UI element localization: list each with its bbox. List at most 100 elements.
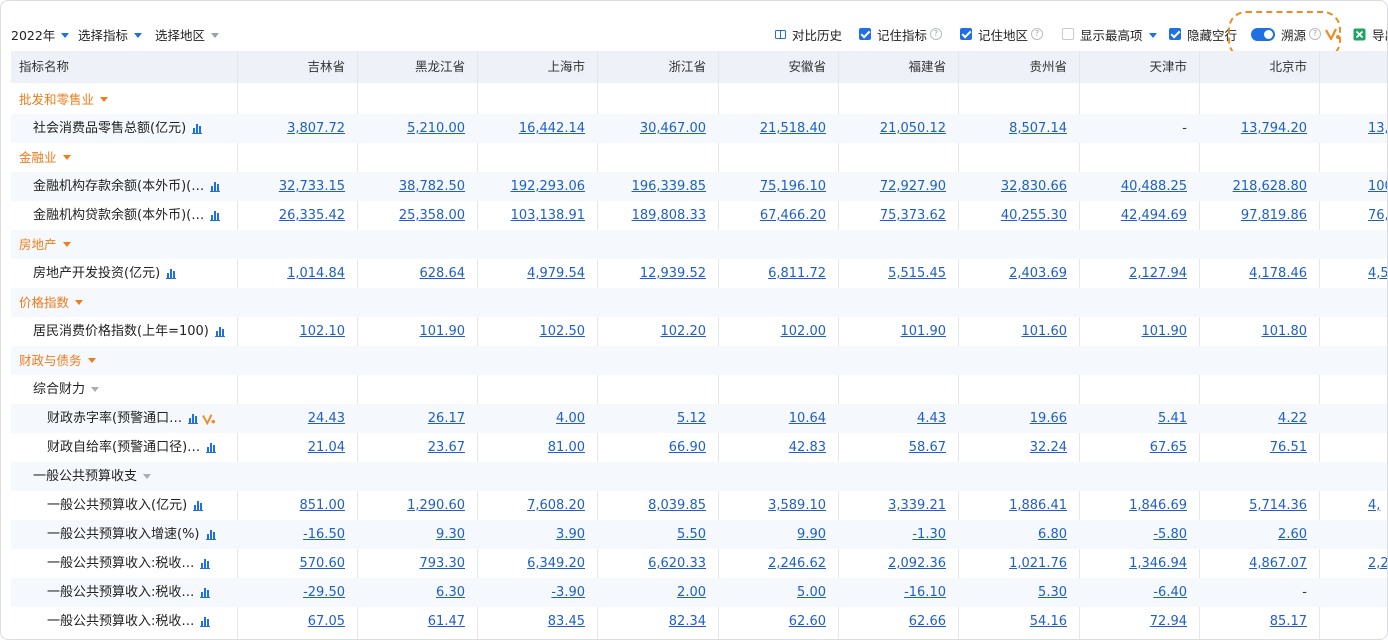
table-cell[interactable]: -6.40 (1071, 578, 1187, 607)
table-cell[interactable]: 5.50 (590, 520, 706, 549)
table-cell[interactable]: 101.90 (349, 317, 466, 346)
table-cell[interactable]: -16.50 (229, 520, 345, 549)
table-cell[interactable]: 3,807.72 (229, 114, 345, 143)
table-cell[interactable]: 3.90 (469, 520, 585, 549)
table-cell[interactable]: 1,846.69 (1071, 491, 1187, 520)
table-cell[interactable]: 101.80 (1191, 317, 1308, 346)
chart-icon[interactable] (166, 268, 177, 279)
table-cell[interactable]: 54.16 (951, 607, 1067, 636)
table-cell[interactable]: 26.17 (349, 404, 465, 433)
select-indicator-dropdown[interactable]: 选择指标 (78, 25, 143, 43)
column-header[interactable]: 黑龙江省 (345, 51, 465, 83)
table-cell[interactable]: 10.64 (710, 404, 826, 433)
table-cell[interactable]: 102.20 (590, 317, 707, 346)
table-cell[interactable]: 6.80 (951, 520, 1067, 549)
chart-icon[interactable] (210, 181, 221, 192)
table-cell[interactable]: 32,830.66 (951, 172, 1067, 201)
chart-icon[interactable] (210, 210, 221, 221)
column-header[interactable]: 福建省 (826, 51, 946, 83)
table-cell[interactable]: 67.65 (1071, 433, 1187, 462)
table-cell[interactable]: 40,488.25 (1071, 172, 1187, 201)
table-cell[interactable]: 4,979.54 (469, 259, 585, 288)
table-cell[interactable]: 12,939.52 (590, 259, 706, 288)
table-cell[interactable]: 1,014.84 (229, 259, 345, 288)
table-cell[interactable]: 9.30 (349, 520, 465, 549)
table-cell[interactable]: 26,335.42 (229, 201, 345, 230)
table-cell[interactable]: 2.00 (590, 578, 706, 607)
table-cell[interactable]: 24.43 (229, 404, 345, 433)
column-header[interactable]: 上海市 (465, 51, 585, 83)
table-cell[interactable]: 4.22 (1191, 404, 1307, 433)
table-cell[interactable]: 62.60 (710, 607, 826, 636)
table-cell[interactable]: 2,403.69 (951, 259, 1067, 288)
table-cell[interactable]: 72,927.90 (830, 172, 946, 201)
table-cell[interactable]: -5.80 (1071, 520, 1187, 549)
table-cell[interactable]: 570.60 (229, 549, 346, 578)
category-header[interactable]: 价格指数 (19, 288, 84, 317)
table-cell[interactable]: 9.90 (710, 520, 826, 549)
table-cell-partial[interactable]: 4, (1368, 491, 1380, 520)
table-cell[interactable]: 83.45 (469, 607, 585, 636)
chart-icon[interactable] (192, 123, 203, 134)
trace-source-icon[interactable] (202, 413, 216, 425)
table-cell[interactable]: 2,092.36 (830, 549, 946, 578)
table-cell[interactable]: 4.00 (469, 404, 585, 433)
table-cell[interactable]: 2,127.94 (1071, 259, 1187, 288)
table-cell[interactable]: 62.66 (830, 607, 946, 636)
table-cell[interactable]: 793.30 (349, 549, 466, 578)
table-cell[interactable]: 40,255.30 (951, 201, 1067, 230)
table-cell[interactable]: -1.30 (830, 520, 946, 549)
chart-icon[interactable] (206, 442, 217, 453)
column-header[interactable]: 天津市 (1067, 51, 1187, 83)
table-cell[interactable]: 21,050.12 (830, 114, 946, 143)
table-cell[interactable]: 67.05 (229, 607, 345, 636)
table-cell[interactable]: 16,442.14 (469, 114, 585, 143)
table-cell[interactable]: 42,494.69 (1071, 201, 1187, 230)
table-cell[interactable]: 13,794.20 (1191, 114, 1307, 143)
table-cell[interactable]: 21,518.40 (710, 114, 826, 143)
table-cell[interactable]: 4.43 (830, 404, 946, 433)
table-cell[interactable]: 6,620.33 (590, 549, 706, 578)
chart-icon[interactable] (200, 587, 211, 598)
category-header[interactable]: 批发和零售业 (19, 85, 109, 114)
chart-icon[interactable] (200, 558, 211, 569)
table-cell-partial[interactable]: 100, (1368, 172, 1387, 201)
table-cell[interactable]: 2,246.62 (710, 549, 826, 578)
compare-history-button[interactable]: 对比历史 (775, 25, 842, 43)
table-cell[interactable]: 6.30 (349, 578, 465, 607)
table-cell[interactable]: 72.94 (1071, 607, 1187, 636)
chevron-down-icon[interactable] (1148, 32, 1157, 38)
table-cell[interactable]: 30,467.00 (590, 114, 706, 143)
table-cell[interactable]: 189,808.33 (590, 201, 706, 230)
table-cell[interactable]: 1,886.41 (951, 491, 1067, 520)
table-cell[interactable]: 6,811.72 (710, 259, 826, 288)
table-cell[interactable]: 5.12 (590, 404, 706, 433)
table-cell[interactable]: 5.41 (1071, 404, 1187, 433)
table-cell[interactable]: 32,733.15 (229, 172, 345, 201)
table-cell[interactable]: 192,293.06 (469, 172, 585, 201)
table-cell[interactable]: 628.64 (349, 259, 466, 288)
chart-icon[interactable] (193, 500, 204, 511)
chart-icon[interactable] (200, 616, 211, 627)
table-cell[interactable]: 8,507.14 (951, 114, 1067, 143)
select-region-dropdown[interactable]: 选择地区 (155, 25, 220, 43)
table-cell[interactable]: 5,714.36 (1191, 491, 1307, 520)
category-header[interactable]: 房地产 (19, 230, 71, 259)
help-icon[interactable]: ? (1031, 28, 1044, 40)
table-cell[interactable]: 8,039.85 (590, 491, 706, 520)
table-cell[interactable]: 2.60 (1191, 520, 1307, 549)
table-cell[interactable]: 75,196.10 (710, 172, 826, 201)
table-cell[interactable]: 4,178.46 (1191, 259, 1307, 288)
table-cell[interactable]: 23.67 (349, 433, 465, 462)
table-cell[interactable]: 97,819.86 (1191, 201, 1307, 230)
table-cell-partial[interactable]: 13,7 (1368, 114, 1387, 143)
table-cell-partial[interactable]: 4,5 (1368, 259, 1387, 288)
table-cell[interactable]: 4,867.07 (1191, 549, 1307, 578)
table-cell[interactable]: 101.60 (951, 317, 1068, 346)
remember-region-checkbox[interactable]: 记住地区 ? (960, 25, 1044, 43)
column-header[interactable]: 贵州省 (947, 51, 1067, 83)
table-cell[interactable]: 103,138.91 (469, 201, 585, 230)
table-cell[interactable]: 102.10 (229, 317, 346, 346)
subcategory-header[interactable]: 一般公共预算收支 (33, 462, 152, 491)
table-cell[interactable]: 1,346.94 (1071, 549, 1187, 578)
